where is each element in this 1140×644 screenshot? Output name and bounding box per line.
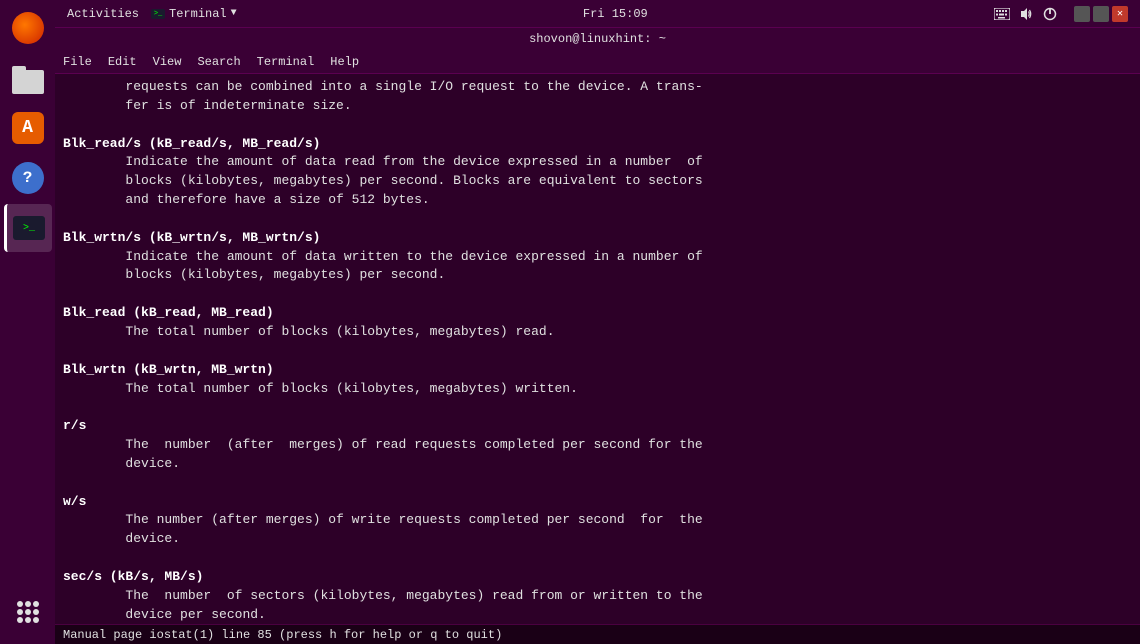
menu-bar: File Edit View Search Terminal Help xyxy=(55,50,1140,74)
apps-grid-icon xyxy=(17,601,39,623)
menu-edit[interactable]: Edit xyxy=(108,55,137,69)
status-bar: Manual page iostat(1) line 85 (press h f… xyxy=(55,624,1140,644)
system-bar: Activities >_ Terminal ▼ Fri 15:09 xyxy=(55,0,1140,28)
menu-file[interactable]: File xyxy=(63,55,92,69)
firefox-icon xyxy=(12,12,44,44)
menu-terminal[interactable]: Terminal xyxy=(257,55,315,69)
system-bar-left: Activities >_ Terminal ▼ xyxy=(67,7,237,21)
menu-help[interactable]: Help xyxy=(330,55,359,69)
sidebar: A ? >_ xyxy=(0,0,55,644)
maximize-button[interactable] xyxy=(1093,6,1109,22)
terminal-content[interactable]: requests can be combined into a single I… xyxy=(55,74,1140,624)
appstore-icon: A xyxy=(12,112,44,144)
menu-search[interactable]: Search xyxy=(197,55,240,69)
terminal-dropdown-icon[interactable]: ▼ xyxy=(231,8,237,19)
sidebar-item-terminal[interactable]: >_ xyxy=(4,204,52,252)
window-title: shovon@linuxhint: ~ xyxy=(529,32,666,46)
activities-button[interactable]: Activities xyxy=(67,7,139,21)
terminal-title-bar[interactable]: >_ Terminal ▼ xyxy=(151,7,237,21)
sidebar-item-files[interactable] xyxy=(4,54,52,102)
window-controls: ✕ xyxy=(1074,6,1128,22)
sidebar-item-firefox[interactable] xyxy=(4,4,52,52)
volume-icon[interactable] xyxy=(1018,6,1034,22)
help-icon: ? xyxy=(12,162,44,194)
files-icon xyxy=(12,62,44,94)
system-bar-right: ✕ xyxy=(994,6,1128,22)
sidebar-item-apps[interactable] xyxy=(4,588,52,636)
close-button[interactable]: ✕ xyxy=(1112,6,1128,22)
window-title-bar: shovon@linuxhint: ~ xyxy=(55,28,1140,50)
system-time: Fri 15:09 xyxy=(583,7,648,21)
minimize-button[interactable] xyxy=(1074,6,1090,22)
terminal-small-icon: >_ xyxy=(151,9,165,19)
power-icon[interactable] xyxy=(1042,6,1058,22)
menu-view[interactable]: View xyxy=(153,55,182,69)
keyboard-icon[interactable] xyxy=(994,6,1010,22)
status-bar-text: Manual page iostat(1) line 85 (press h f… xyxy=(63,628,502,642)
sidebar-item-appstore[interactable]: A xyxy=(4,104,52,152)
terminal-app-label: Terminal xyxy=(169,7,227,21)
sidebar-item-help[interactable]: ? xyxy=(4,154,52,202)
terminal-icon: >_ xyxy=(13,216,45,240)
system-bar-center: Fri 15:09 xyxy=(583,7,648,21)
terminal-text: requests can be combined into a single I… xyxy=(63,78,1132,624)
terminal-window: shovon@linuxhint: ~ File Edit View Searc… xyxy=(55,28,1140,644)
